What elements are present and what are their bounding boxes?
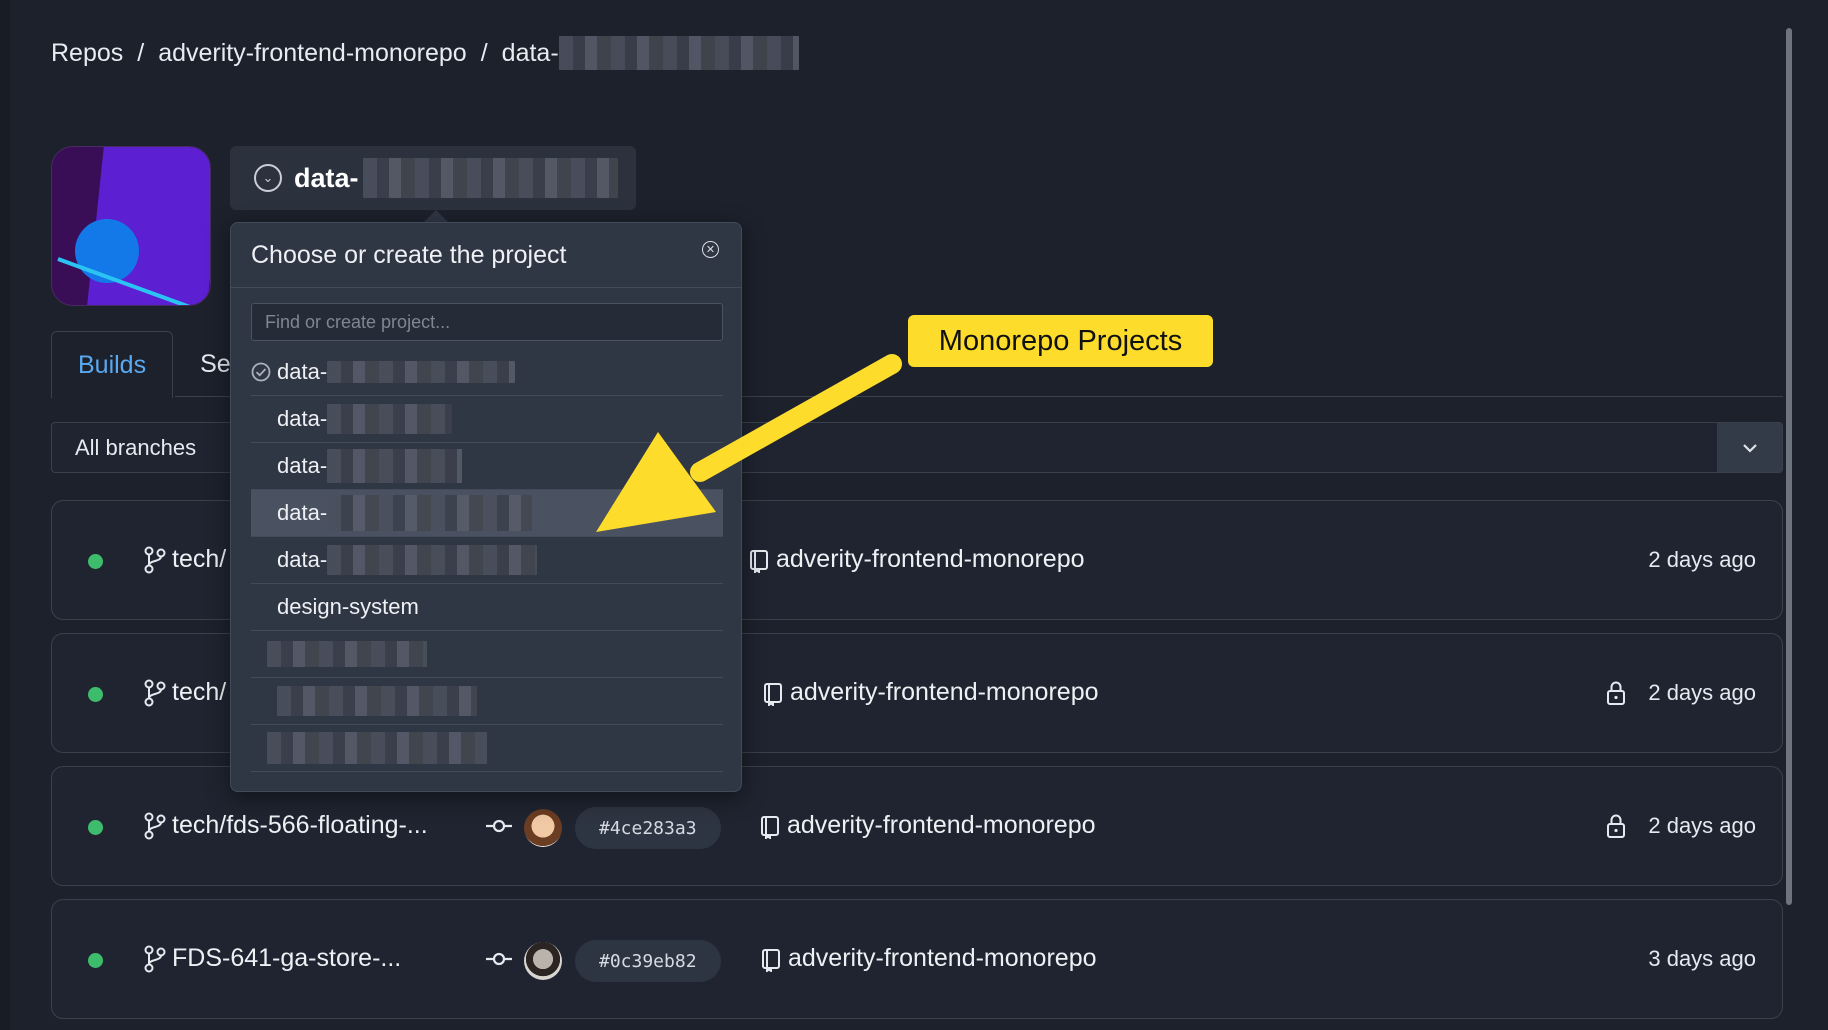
redacted-text xyxy=(327,404,453,434)
git-branch-icon xyxy=(144,812,166,840)
dropdown-caret xyxy=(424,210,448,222)
chevron-down-icon: ⌄ xyxy=(254,164,282,192)
scrollbar-thumb[interactable] xyxy=(1786,28,1792,905)
redacted-text xyxy=(277,686,477,716)
project-search-input[interactable] xyxy=(251,303,723,341)
project-list-item[interactable] xyxy=(251,678,723,725)
repo-book-icon xyxy=(764,683,782,706)
redacted-text xyxy=(267,641,427,667)
repo-name[interactable]: adverity-frontend-monorepo xyxy=(788,944,1097,973)
redacted-text xyxy=(327,545,538,575)
repo-book-icon xyxy=(762,949,780,972)
lock-icon xyxy=(1607,814,1625,838)
project-list-item[interactable]: design-system xyxy=(251,584,723,631)
repo-name[interactable]: adverity-frontend-monorepo xyxy=(787,811,1096,840)
project-list-item-hovered[interactable]: data- xyxy=(251,490,723,537)
build-time: 2 days ago xyxy=(1648,547,1756,572)
project-item-label: data- xyxy=(277,359,328,384)
lock-icon xyxy=(1607,681,1625,705)
project-dropdown: Choose or create the project ✕ data- dat… xyxy=(230,222,742,792)
project-selector-button[interactable]: ⌄ data- xyxy=(230,146,636,210)
build-time: 2 days ago xyxy=(1648,813,1756,838)
project-list-item[interactable]: data- xyxy=(251,396,723,443)
build-time: 3 days ago xyxy=(1648,946,1756,971)
annotation-callout: Monorepo Projects xyxy=(908,315,1213,367)
repo-name[interactable]: adverity-frontend-monorepo xyxy=(790,678,1099,707)
build-row[interactable]: FDS-641-ga-store-... #0c39eb82 adverity-… xyxy=(51,899,1783,1019)
breadcrumb: Repos / adverity-frontend-monorepo / dat… xyxy=(51,36,799,70)
tab-builds[interactable]: Builds xyxy=(51,331,174,398)
check-circle-icon xyxy=(251,362,271,382)
status-success-dot xyxy=(88,953,103,968)
tab-bar: Builds Se xyxy=(51,331,257,398)
branch-name[interactable]: tech/ xyxy=(172,678,226,707)
author-avatar xyxy=(524,942,562,980)
project-item-label: data- xyxy=(277,500,328,525)
git-branch-icon xyxy=(144,945,166,973)
project-list-item[interactable]: data- xyxy=(251,443,723,490)
dropdown-header: Choose or create the project ✕ xyxy=(231,223,741,288)
redacted-text xyxy=(327,495,533,531)
branch-filter-label: All branches xyxy=(75,434,197,460)
repo-book-icon xyxy=(761,816,779,839)
repo-name[interactable]: adverity-frontend-monorepo xyxy=(776,545,1085,574)
author-avatar xyxy=(524,809,562,847)
redacted-text xyxy=(558,36,799,70)
redacted-text xyxy=(327,361,516,383)
redacted-text xyxy=(362,158,618,198)
project-list-item[interactable]: data- xyxy=(251,349,723,396)
chevron-down-icon xyxy=(1742,443,1757,453)
project-item-label: design-system xyxy=(277,594,419,619)
breadcrumb-separator: / xyxy=(480,38,488,67)
repo-book-icon xyxy=(750,550,768,573)
project-name: data- xyxy=(294,162,359,193)
git-commit-icon xyxy=(486,952,512,966)
commit-sha-badge[interactable]: #4ce283a3 xyxy=(575,807,721,849)
breadcrumb-project: data- xyxy=(501,38,559,67)
project-list-item[interactable]: data- xyxy=(251,537,723,584)
status-success-dot xyxy=(88,554,103,569)
project-list-item[interactable] xyxy=(251,631,723,678)
status-success-dot xyxy=(88,820,103,835)
build-time: 2 days ago xyxy=(1648,680,1756,705)
redacted-text xyxy=(327,449,463,483)
project-item-label: data- xyxy=(277,453,328,478)
project-list: data- data- data- data- data- design-sys… xyxy=(251,349,723,772)
breadcrumb-repo-link[interactable]: adverity-frontend-monorepo xyxy=(158,39,467,68)
redacted-text xyxy=(267,732,487,764)
project-item-label: data- xyxy=(277,547,328,572)
project-list-item[interactable] xyxy=(251,725,723,772)
project-logo xyxy=(51,146,211,306)
close-icon[interactable]: ✕ xyxy=(702,241,719,258)
status-success-dot xyxy=(88,687,103,702)
left-edge xyxy=(0,0,10,1030)
branch-name[interactable]: tech/fds-566-floating-... xyxy=(172,811,428,840)
git-commit-icon xyxy=(486,819,512,833)
branch-name[interactable]: FDS-641-ga-store-... xyxy=(172,944,401,973)
dropdown-title: Choose or create the project xyxy=(251,240,567,269)
branch-filter-toggle[interactable] xyxy=(1717,423,1782,472)
breadcrumb-repos-link[interactable]: Repos xyxy=(51,39,123,68)
git-branch-icon xyxy=(144,546,166,574)
breadcrumb-separator: / xyxy=(137,38,145,67)
commit-sha-badge[interactable]: #0c39eb82 xyxy=(575,940,721,982)
branch-name[interactable]: tech/ xyxy=(172,545,226,574)
git-branch-icon xyxy=(144,679,166,707)
project-item-label: data- xyxy=(277,406,328,431)
